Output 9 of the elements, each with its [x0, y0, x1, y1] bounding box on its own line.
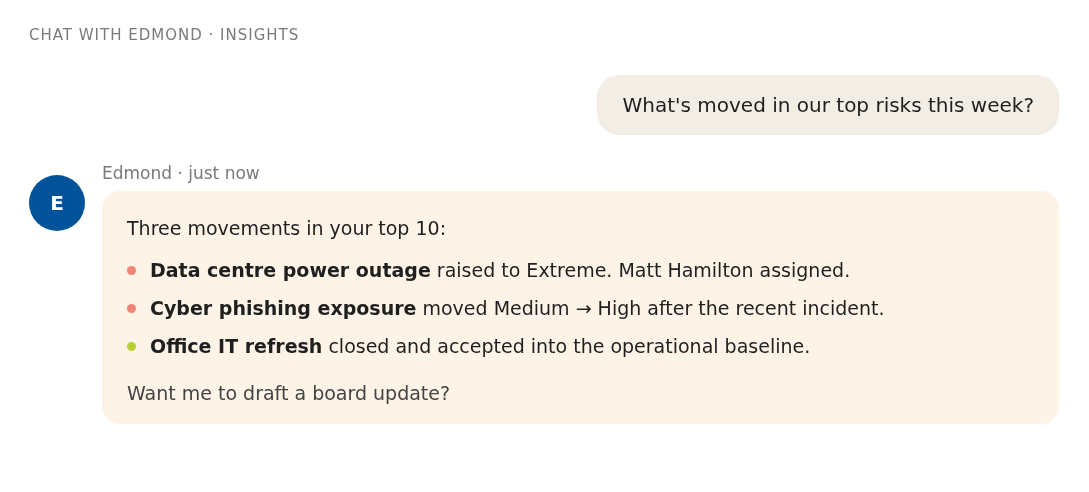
user-message: What's moved in our top risks this week? [597, 75, 1059, 135]
chat-header: CHAT WITH EDMOND · INSIGHTS [29, 26, 301, 44]
risk-update: Cyber phishing exposure moved Medium → High after the recent incident. [150, 297, 885, 319]
risk-update: Office IT refresh closed and accepted into the operational baseline. [150, 335, 811, 357]
message-meta: Edmond · just now [102, 163, 261, 183]
reply-question: Want me to draft a board update? [127, 382, 452, 404]
avatar: E [29, 175, 85, 231]
risk-update: Data centre power outage raised to Extreme. Matt Hamilton assigned. [150, 259, 851, 281]
reply-intro: Three movements in your top 10: [127, 217, 448, 239]
